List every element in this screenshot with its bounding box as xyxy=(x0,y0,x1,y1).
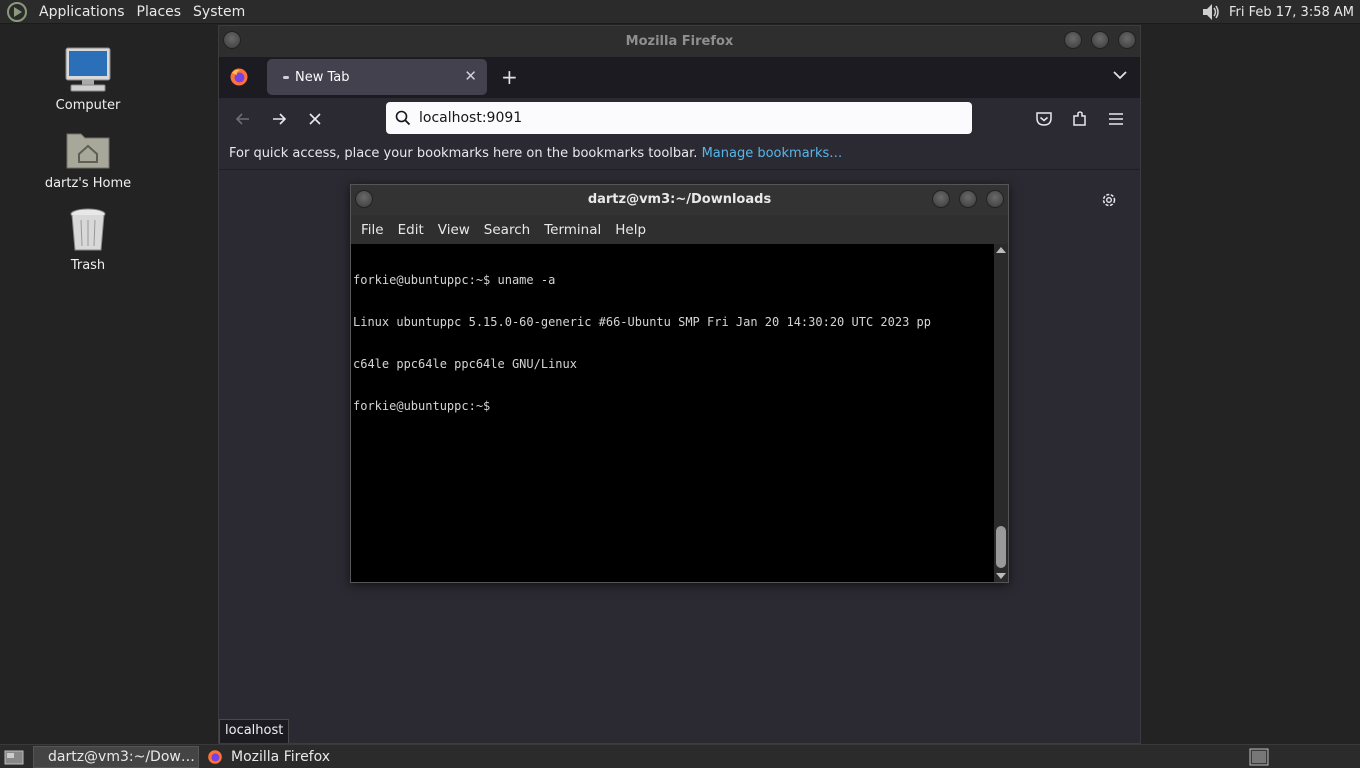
tab-bar: New Tab ✕ + xyxy=(219,57,1140,98)
firefox-logo-icon[interactable] xyxy=(229,67,249,87)
status-panel: localhost xyxy=(219,719,290,743)
applications-logo-icon[interactable] xyxy=(6,1,28,23)
desktop-icon-label: dartz's Home xyxy=(44,176,132,191)
terminal-prompt: forkie@ubuntuppc:~$ xyxy=(353,399,498,413)
taskbar-item-label: Mozilla Firefox xyxy=(231,748,331,765)
window-menu-button[interactable] xyxy=(355,190,373,208)
minimize-button[interactable] xyxy=(932,190,950,208)
terminal-titlebar[interactable]: dartz@vm3:~/Downloads xyxy=(351,185,1008,215)
close-button[interactable] xyxy=(986,190,1004,208)
search-icon xyxy=(395,110,411,126)
menu-view[interactable]: View xyxy=(431,222,477,238)
taskbar-item-terminal[interactable]: dartz@vm3:~/Dow… xyxy=(33,745,199,768)
maximize-button[interactable] xyxy=(1091,31,1109,49)
list-all-tabs-icon[interactable] xyxy=(1112,67,1128,83)
computer-icon xyxy=(65,47,111,92)
panel-tray: Fri Feb 17, 3:58 AM xyxy=(1199,0,1360,24)
scroll-down-icon[interactable] xyxy=(996,573,1006,579)
scroll-up-icon[interactable] xyxy=(996,247,1006,253)
forward-icon[interactable] xyxy=(269,109,289,129)
url-bar[interactable] xyxy=(386,102,972,134)
extensions-icon[interactable] xyxy=(1070,109,1090,129)
volume-icon[interactable] xyxy=(1199,1,1223,23)
bottom-panel: dartz@vm3:~/Dow… Mozilla Firefox xyxy=(0,744,1360,768)
close-button[interactable] xyxy=(1118,31,1136,49)
scrollbar-thumb[interactable] xyxy=(996,526,1006,568)
menu-help[interactable]: Help xyxy=(608,222,653,238)
terminal-scrollbar[interactable] xyxy=(994,244,1008,582)
menu-file[interactable]: File xyxy=(354,222,391,238)
home-folder-icon xyxy=(66,133,110,169)
applications-menu[interactable]: Applications xyxy=(33,4,131,20)
desktop-icon-trash[interactable]: Trash xyxy=(38,206,138,273)
tab-new-tab[interactable]: New Tab ✕ xyxy=(267,59,487,95)
top-panel: Applications Places System Fri Feb 17, 3… xyxy=(0,0,1360,24)
places-menu[interactable]: Places xyxy=(131,4,188,20)
desktop-icon-home[interactable]: dartz's Home xyxy=(38,128,138,191)
taskbar-item-label: dartz@vm3:~/Dow… xyxy=(48,748,195,765)
taskbar-item-firefox[interactable]: Mozilla Firefox xyxy=(201,746,336,768)
trash-icon xyxy=(70,208,106,251)
desktop-icon-computer[interactable]: Computer xyxy=(38,46,138,113)
manage-bookmarks-link[interactable]: Manage bookmarks… xyxy=(702,146,843,161)
new-tab-button[interactable]: + xyxy=(501,65,518,89)
minimize-button[interactable] xyxy=(1064,31,1082,49)
back-icon[interactable] xyxy=(233,109,253,129)
terminal-line: forkie@ubuntuppc:~$ uname -a xyxy=(353,273,556,287)
bookmarks-hint: For quick access, place your bookmarks h… xyxy=(229,146,698,161)
firefox-titlebar[interactable]: Mozilla Firefox xyxy=(219,26,1140,57)
maximize-button[interactable] xyxy=(959,190,977,208)
system-menu[interactable]: System xyxy=(187,4,251,20)
gear-icon[interactable] xyxy=(1100,191,1118,209)
terminal-window: dartz@vm3:~/Downloads File Edit View Sea… xyxy=(350,184,1009,583)
pocket-icon[interactable] xyxy=(1034,109,1054,129)
tab-close-icon[interactable]: ✕ xyxy=(464,67,477,85)
firefox-icon xyxy=(208,749,222,764)
tab-loading-icon xyxy=(283,75,289,79)
menu-hamburger-icon[interactable] xyxy=(1106,109,1126,129)
url-input[interactable] xyxy=(419,110,919,126)
menu-search[interactable]: Search xyxy=(477,222,537,238)
window-title: dartz@vm3:~/Downloads xyxy=(587,192,772,207)
clock[interactable]: Fri Feb 17, 3:58 AM xyxy=(1229,5,1354,20)
menu-edit[interactable]: Edit xyxy=(391,222,431,238)
desktop-icon-label: Computer xyxy=(55,98,121,113)
workspace-switcher-icon[interactable] xyxy=(1249,748,1269,766)
desktop-icon-label: Trash xyxy=(70,258,106,273)
terminal-menubar: File Edit View Search Terminal Help xyxy=(351,215,1008,244)
window-menu-button[interactable] xyxy=(223,31,241,49)
bookmarks-toolbar: For quick access, place your bookmarks h… xyxy=(219,140,1140,170)
tab-title: New Tab xyxy=(295,69,350,85)
navigation-toolbar xyxy=(219,98,1140,140)
window-title: Mozilla Firefox xyxy=(625,34,734,49)
show-desktop-icon[interactable] xyxy=(3,748,25,766)
terminal-line: Linux ubuntuppc 5.15.0-60-generic #66-Ub… xyxy=(353,315,931,329)
menu-terminal[interactable]: Terminal xyxy=(537,222,608,238)
terminal-line: c64le ppc64le ppc64le GNU/Linux xyxy=(353,357,577,371)
terminal-output[interactable]: forkie@ubuntuppc:~$ uname -a Linux ubunt… xyxy=(351,244,994,582)
stop-icon[interactable] xyxy=(305,109,325,129)
